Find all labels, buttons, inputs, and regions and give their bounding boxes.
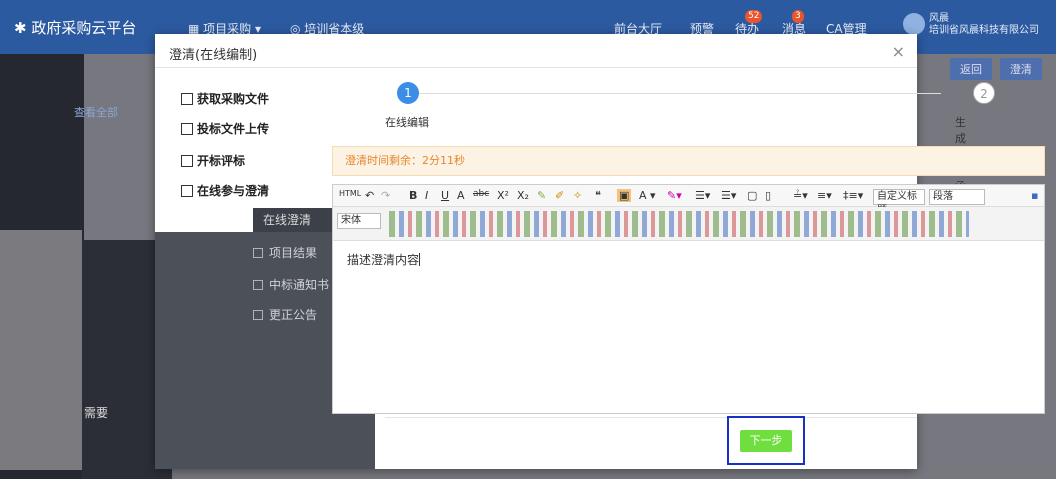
paragraph-select[interactable]: 段落 xyxy=(929,189,985,205)
menu-item-label: 获取采购文件 xyxy=(197,92,270,106)
clarify-timer: 澄清时间剩余：2分11秒 xyxy=(332,146,1045,176)
menu-item-online-clarify[interactable]: 在线参与澄清 xyxy=(181,182,269,199)
format-brush-icon[interactable]: ✐ xyxy=(555,189,564,202)
clarify-modal: 澄清(在线编制) × 获取采购文件 投标文件上传 开标评标 在线参与澄清 在线澄… xyxy=(155,34,1045,469)
font-border-icon[interactable]: A xyxy=(457,189,465,202)
clear-doc-icon[interactable]: ▯ xyxy=(765,189,771,202)
html-source-button[interactable]: HTML xyxy=(339,189,361,198)
requirement-label: 需要 xyxy=(84,406,109,420)
modal-footer xyxy=(385,417,917,469)
font-family-select[interactable]: 宋体 xyxy=(337,213,381,229)
document-icon xyxy=(181,93,193,105)
step-1-label: 在线编辑 xyxy=(385,116,429,129)
rich-text-editor: HTML ↶ ↷ B I U A abc X² X₂ ✎ ✐ ✧ ❝ ▣ A ▾… xyxy=(332,184,1045,414)
result-icon xyxy=(253,248,263,258)
notice-icon xyxy=(253,280,263,290)
menu-item-project-result[interactable]: 项目结果 xyxy=(253,244,317,261)
editor-content[interactable]: 描述澄清内容 xyxy=(347,251,421,268)
return-button[interactable]: 返回 xyxy=(950,58,992,80)
menu-item-label: 在线参与澄清 xyxy=(197,184,270,198)
edit-icon xyxy=(253,310,263,320)
menu-item-get-docs[interactable]: 获取采购文件 xyxy=(181,90,269,107)
underline-button[interactable]: U xyxy=(441,189,449,202)
todo-badge: 52 xyxy=(745,10,763,23)
background-actions: 返回 澄清 xyxy=(946,58,1042,80)
upload-icon xyxy=(181,123,193,135)
font-color-button[interactable]: A ▾ xyxy=(639,189,656,202)
menu-item-award-notice[interactable]: 中标通知书 xyxy=(253,276,329,293)
gavel-icon xyxy=(181,155,193,167)
user-name: 风晨 xyxy=(929,13,949,24)
menu-item-correction[interactable]: 更正公告 xyxy=(253,306,317,323)
strikethrough-button[interactable]: abc xyxy=(473,189,489,199)
editor-icon-strip[interactable] xyxy=(389,211,969,237)
undo-icon[interactable]: ↶ xyxy=(365,189,374,202)
select-all-icon[interactable]: ▢ xyxy=(747,189,757,202)
step-line xyxy=(411,93,941,94)
menu-item-label: 更正公告 xyxy=(269,308,318,322)
user-company: 培训省风晨科技有限公司 xyxy=(929,25,1039,36)
step-indicator: 1 2 在线编辑 生成澄清函 xyxy=(385,80,995,193)
auto-format-icon[interactable]: ✧ xyxy=(573,189,582,202)
user-info[interactable]: 风晨 培训省风晨科技有限公司 xyxy=(929,13,1039,37)
menu-item-bid-opening[interactable]: 开标评标 xyxy=(181,152,245,169)
next-step-button[interactable]: 下一步 xyxy=(740,430,792,452)
redo-icon[interactable]: ↷ xyxy=(381,189,390,202)
menu-item-label: 投标文件上传 xyxy=(197,122,270,136)
message-badge: 3 xyxy=(792,10,804,23)
italic-button[interactable]: I xyxy=(425,189,428,202)
unordered-list-button[interactable]: ☰▾ xyxy=(721,189,736,202)
row-spacing-bottom-button[interactable]: ≡▾ xyxy=(817,189,832,202)
custom-title-select[interactable]: 自定义标题 xyxy=(873,189,925,216)
highlight-color-button[interactable]: ✎▾ xyxy=(667,189,682,202)
clarify-button[interactable]: 澄清 xyxy=(999,58,1042,80)
line-height-button[interactable]: ‡≡▾ xyxy=(843,189,863,202)
quote-icon[interactable]: ❝ xyxy=(595,189,601,202)
menu-item-upload-bid[interactable]: 投标文件上传 xyxy=(181,120,269,137)
modal-title: 澄清(在线编制) xyxy=(169,48,258,63)
chat-icon xyxy=(181,185,193,197)
avatar[interactable] xyxy=(903,13,925,35)
superscript-button[interactable]: X² xyxy=(497,189,509,202)
editor-toolbar-secondary: 宋体 xyxy=(333,207,1044,241)
editor-toolbar: HTML ↶ ↷ B I U A abc X² X₂ ✎ ✐ ✧ ❝ ▣ A ▾… xyxy=(333,185,1044,216)
fullscreen-icon[interactable]: ▪ xyxy=(1031,189,1038,202)
bold-button[interactable]: B xyxy=(409,189,417,202)
close-icon[interactable]: × xyxy=(892,42,905,61)
text-caret xyxy=(419,253,421,266)
menu-item-label: 项目结果 xyxy=(269,246,318,260)
menu-item-label: 开标评标 xyxy=(197,154,246,168)
modal-header: 澄清(在线编制) × xyxy=(155,34,917,68)
ordered-list-button[interactable]: ☰▾ xyxy=(695,189,710,202)
step-1-circle: 1 xyxy=(397,82,419,104)
paste-plain-icon[interactable]: ▣ xyxy=(617,189,632,202)
eraser-icon[interactable]: ✎ xyxy=(537,189,546,202)
view-all-link[interactable]: 查看全部 xyxy=(74,104,118,120)
editor-placeholder-text: 描述澄清内容 xyxy=(347,253,420,267)
menu-item-label: 中标通知书 xyxy=(269,278,330,292)
platform-logo[interactable]: ✱ 政府采购云平台 xyxy=(14,17,136,38)
row-spacing-top-button[interactable]: ≟▾ xyxy=(793,189,808,202)
platform-title: 政府采购云平台 xyxy=(31,19,137,37)
subscript-button[interactable]: X₂ xyxy=(517,189,529,202)
step-2-circle: 2 xyxy=(973,82,995,104)
